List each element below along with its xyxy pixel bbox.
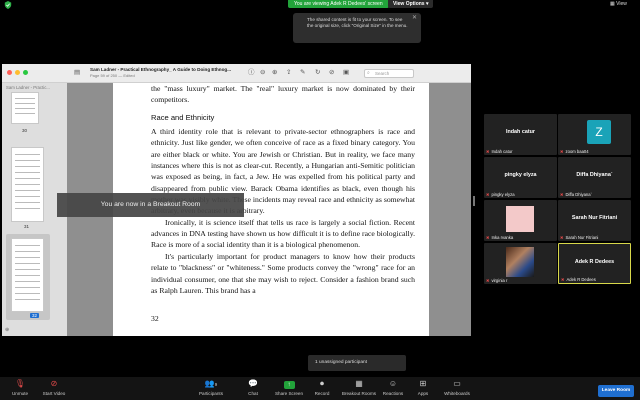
close-icon[interactable]: ✕ [412, 15, 417, 21]
muted-mic-icon: ✖ [560, 235, 564, 240]
whiteboard-icon: ▭ [453, 379, 461, 388]
muted-mic-icon: ✖ [486, 278, 490, 283]
notification-text: The shared content is fit to your screen… [307, 17, 408, 29]
rotate-icon[interactable]: ↻ [315, 69, 320, 77]
chat-label: Chat [248, 391, 258, 396]
record-button[interactable]: ⏺ Record [302, 378, 342, 398]
participant-tile[interactable]: Diffa Dhiyana` ✖ Diffa Dhiyana` [558, 157, 631, 198]
chat-icon: 💬 [248, 379, 258, 388]
document-title: Sam Ladner - Practical Ethnography_ A Gu… [90, 67, 232, 72]
panel-resize-handle[interactable] [473, 196, 475, 206]
whiteboards-label: Whiteboards [444, 391, 470, 396]
participant-name: Diffa Dhiyana` [576, 172, 613, 178]
info-icon[interactable]: ⓘ [248, 69, 255, 77]
zoom-out-icon[interactable]: ⊖ [260, 69, 265, 77]
start-video-button[interactable]: ⊘ Start Video [34, 378, 74, 398]
avatar [506, 206, 534, 232]
record-label: Record [314, 391, 330, 396]
thumbnail-page-number-selected: 32 [30, 313, 40, 318]
pdf-toolbar: ▤ Sam Ladner - Practical Ethnography_ A … [2, 64, 471, 83]
leave-room-button[interactable]: Leave Room [598, 385, 634, 397]
participants-label: Participants [198, 391, 223, 396]
participant-label: ✖ Inka rvanka [486, 235, 514, 240]
avatar-photo [506, 247, 534, 277]
participant-tile[interactable]: Indah catur ✖ Indah catur [484, 114, 557, 155]
participants-icon: 👥9 [204, 379, 218, 388]
markup-icon[interactable]: ⊘ [329, 69, 334, 77]
sidebar-header: Sam Ladner - Practic... [6, 85, 50, 90]
participant-name: Indah catur [505, 129, 536, 135]
thumbnail-page-number: 31 [24, 224, 30, 229]
participant-name: pingky elyza [504, 172, 537, 178]
viewing-screen-banner: You are viewing Adek R Dedees' screen [288, 0, 389, 8]
view-label: View [616, 1, 627, 7]
highlight-icon[interactable]: ✎ [300, 69, 305, 77]
page-thumbnail[interactable] [11, 147, 44, 222]
search-icon: ⌕ [367, 70, 370, 76]
thumbnail-page-number: 30 [22, 128, 28, 133]
participant-label: ✖ zoom baa04 [560, 149, 589, 154]
paragraph: the "mass luxury" market. The "real" lux… [151, 84, 415, 105]
view-button[interactable]: ▦ View [610, 1, 627, 8]
muted-mic-icon: ✖ [486, 235, 490, 240]
muted-mic-icon: ✖ [486, 192, 490, 197]
meeting-toolbar: 🎙 Unmute ⊘ Start Video 👥9 Participants 💬… [0, 377, 640, 400]
participant-tile[interactable]: Z ✖ zoom baa04 [558, 114, 631, 155]
grid-icon: ▦ [610, 1, 615, 7]
participants-count: 9 [214, 382, 218, 387]
muted-mic-icon: ✖ [561, 277, 565, 282]
share-icon[interactable]: ⇪ [286, 69, 291, 77]
muted-mic-icon: ✖ [486, 149, 490, 154]
participant-tile[interactable]: ✖ Inka rvanka [484, 200, 557, 241]
start-video-label: Start Video [42, 391, 66, 396]
view-options-button[interactable]: View Options ▾ [388, 0, 434, 8]
add-page-icon[interactable]: ⊕ [5, 327, 9, 333]
security-shield-icon[interactable] [4, 1, 12, 9]
muted-mic-icon: ✖ [560, 149, 564, 154]
sidebar-toggle-icon[interactable]: ▤ [74, 69, 80, 77]
participant-label: ✖ Sarah Nur Fitriani [560, 235, 599, 240]
top-bar: You are viewing Adek R Dedees' screen Vi… [0, 0, 640, 10]
breakout-room-notice: You are now in a Breakout Room [57, 193, 244, 217]
muted-mic-icon: ✖ [560, 192, 564, 197]
zoom-in-icon[interactable]: ⊕ [272, 69, 277, 77]
search-input[interactable]: ⌕ Search [364, 69, 414, 78]
page-thumbnail[interactable] [11, 92, 39, 124]
close-window-icon[interactable] [7, 70, 12, 75]
whiteboards-button[interactable]: ▭ Whiteboards [437, 378, 477, 398]
participant-label: ✖ pingky elyza [486, 192, 515, 197]
unassigned-participant-notice: 1 unassigned participant [308, 355, 406, 371]
participant-name: Adek R Dedees [574, 259, 615, 265]
fit-screen-notification: The shared content is fit to your screen… [293, 13, 421, 43]
search-placeholder: Search [375, 71, 390, 76]
video-off-icon: ⊘ [50, 379, 58, 388]
paragraph: Ironically, it is science itself that te… [151, 217, 415, 250]
minimize-window-icon[interactable] [15, 70, 20, 75]
document-margin-right [429, 83, 471, 336]
record-icon: ⏺ [320, 379, 324, 388]
document-page-info: Page 59 of 250 — Edited [90, 73, 135, 78]
participant-label: ✖ Indah catur [486, 149, 513, 154]
zoom-window-icon[interactable] [23, 70, 28, 75]
page-thumbnail-selected[interactable] [11, 238, 44, 312]
chat-button[interactable]: 💬 Chat [233, 378, 273, 398]
participant-label: ✖ virginia r [486, 278, 508, 283]
participant-label: ✖ Diffa Dhiyana` [560, 192, 592, 197]
paragraph: It's particularly important for product … [151, 251, 415, 295]
participant-tile[interactable]: Sarah Nur Fitriani ✖ Sarah Nur Fitriani [558, 200, 631, 241]
page-number: 32 [151, 314, 159, 323]
participant-tile[interactable]: ✖ virginia r [484, 243, 557, 284]
participant-tile-active-speaker[interactable]: Adek R Dedees ✖ Adek R Dedees [558, 243, 631, 284]
participant-tile[interactable]: pingky elyza ✖ pingky elyza [484, 157, 557, 198]
participant-label: ✖ Adek R Dedees [561, 277, 596, 282]
avatar: Z [587, 120, 611, 144]
form-icon[interactable]: ▣ [343, 69, 349, 77]
section-heading: Race and Ethnicity [151, 112, 215, 122]
participants-button[interactable]: 👥9 Participants [191, 378, 231, 398]
participant-name: Sarah Nur Fitriani [571, 215, 618, 221]
